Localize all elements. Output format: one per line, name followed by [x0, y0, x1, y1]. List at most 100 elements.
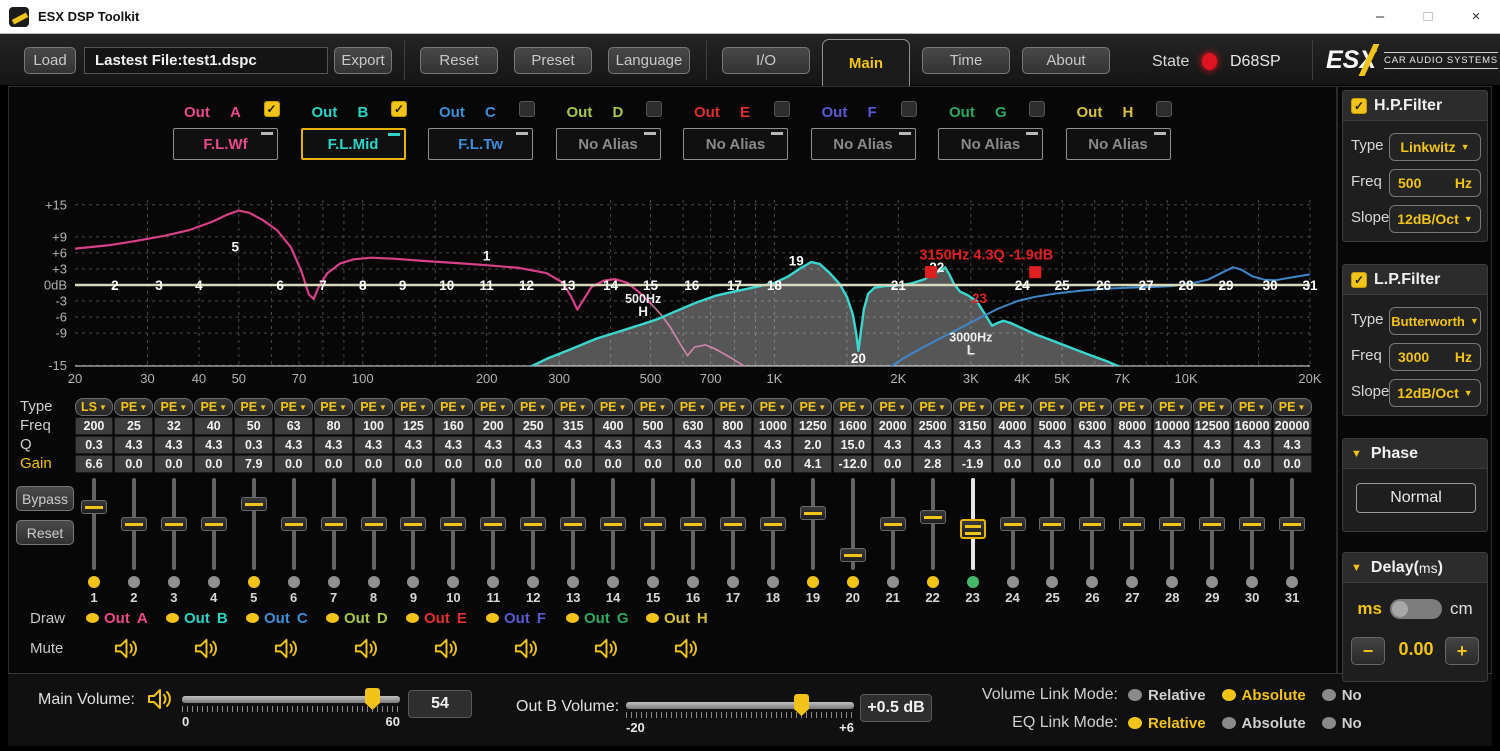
- lp-type-select[interactable]: Butterworth▼: [1389, 307, 1481, 335]
- band-22-type-select[interactable]: PE▼: [913, 398, 952, 416]
- band-19-q-cell[interactable]: 2.0: [793, 436, 832, 454]
- band-14-type-select[interactable]: PE▼: [594, 398, 633, 416]
- channel-f-alias-field[interactable]: No Alias: [811, 128, 916, 160]
- band-11-slider[interactable]: 11: [473, 476, 513, 604]
- delay-plus-button[interactable]: +: [1445, 637, 1479, 665]
- band-20-type-select[interactable]: PE▼: [833, 398, 872, 416]
- band-21-q-cell[interactable]: 4.3: [873, 436, 912, 454]
- band-31-freq-cell[interactable]: 20000: [1273, 417, 1312, 435]
- band-25-q-cell[interactable]: 4.3: [1033, 436, 1072, 454]
- lp-freq-field[interactable]: 3000Hz: [1389, 343, 1481, 371]
- band-26-freq-cell[interactable]: 6300: [1073, 417, 1112, 435]
- band-19-freq-cell[interactable]: 1250: [793, 417, 832, 435]
- band-14-freq-cell[interactable]: 400: [594, 417, 633, 435]
- band-19-gain-cell[interactable]: 4.1: [793, 455, 832, 473]
- band-27-slider-handle[interactable]: [1119, 517, 1145, 531]
- draw-out-d-toggle[interactable]: OutD: [326, 610, 406, 627]
- band-2-q-cell[interactable]: 4.3: [114, 436, 153, 454]
- band-20-slider-handle[interactable]: [840, 548, 866, 562]
- band-7-slider[interactable]: 7: [314, 476, 354, 604]
- draw-out-a-toggle[interactable]: OutA: [86, 610, 166, 627]
- band-19-slider[interactable]: 19: [793, 476, 833, 604]
- volume-link-option-absolute[interactable]: Absolute: [1222, 687, 1306, 704]
- band-24-slider[interactable]: 24: [993, 476, 1033, 604]
- band-14-enable-dot[interactable]: [607, 576, 619, 588]
- band-2-freq-cell[interactable]: 25: [114, 417, 153, 435]
- band-16-freq-cell[interactable]: 630: [674, 417, 713, 435]
- band-4-slider-handle[interactable]: [201, 517, 227, 531]
- band-30-slider-handle[interactable]: [1239, 517, 1265, 531]
- band-7-gain-cell[interactable]: 0.0: [314, 455, 353, 473]
- band-18-q-cell[interactable]: 4.3: [753, 436, 792, 454]
- band-21-freq-cell[interactable]: 2000: [873, 417, 912, 435]
- band-23-type-select[interactable]: PE▼: [953, 398, 992, 416]
- band-20-gain-cell[interactable]: -12.0: [833, 455, 872, 473]
- mute-out-b-button[interactable]: [166, 636, 246, 661]
- band-11-freq-cell[interactable]: 200: [474, 417, 513, 435]
- band-2-gain-cell[interactable]: 0.0: [114, 455, 153, 473]
- band-6-type-select[interactable]: PE▼: [274, 398, 313, 416]
- band-19-enable-dot[interactable]: [807, 576, 819, 588]
- band-20-q-cell[interactable]: 15.0: [833, 436, 872, 454]
- band-28-type-select[interactable]: PE▼: [1153, 398, 1192, 416]
- maximize-button[interactable]: □: [1404, 0, 1452, 33]
- band-4-q-cell[interactable]: 4.3: [194, 436, 233, 454]
- mute-out-c-button[interactable]: [246, 636, 326, 661]
- band-15-freq-cell[interactable]: 500: [634, 417, 673, 435]
- band-9-slider[interactable]: 9: [394, 476, 434, 604]
- band-13-slider-handle[interactable]: [560, 517, 586, 531]
- band-14-slider-handle[interactable]: [600, 517, 626, 531]
- mute-out-g-button[interactable]: [566, 636, 646, 661]
- hp-type-select[interactable]: Linkwitz▼: [1389, 133, 1481, 161]
- band-15-type-select[interactable]: PE▼: [634, 398, 673, 416]
- outb-volume-track[interactable]: [626, 702, 854, 709]
- band-12-q-cell[interactable]: 4.3: [514, 436, 553, 454]
- draw-out-h-toggle[interactable]: OutH: [646, 610, 726, 627]
- mute-out-d-button[interactable]: [326, 636, 406, 661]
- channel-d-checkbox[interactable]: [646, 101, 662, 117]
- band-9-q-cell[interactable]: 4.3: [394, 436, 433, 454]
- channel-c-checkbox[interactable]: [519, 101, 535, 117]
- band-19-type-select[interactable]: PE▼: [793, 398, 832, 416]
- band-10-gain-cell[interactable]: 0.0: [434, 455, 473, 473]
- band-9-type-select[interactable]: PE▼: [394, 398, 433, 416]
- band-2-type-select[interactable]: PE▼: [114, 398, 153, 416]
- band-14-q-cell[interactable]: 4.3: [594, 436, 633, 454]
- mute-out-e-button[interactable]: [406, 636, 486, 661]
- band-5-q-cell[interactable]: 0.3: [234, 436, 273, 454]
- band-26-slider[interactable]: 26: [1072, 476, 1112, 604]
- band-27-slider[interactable]: 27: [1112, 476, 1152, 604]
- band-18-enable-dot[interactable]: [767, 576, 779, 588]
- band-20-enable-dot[interactable]: [847, 576, 859, 588]
- tab-main[interactable]: Main: [822, 39, 910, 86]
- tab-time[interactable]: Time: [922, 47, 1010, 74]
- band-2-slider[interactable]: 2: [114, 476, 154, 604]
- band-12-freq-cell[interactable]: 250: [514, 417, 553, 435]
- band-30-gain-cell[interactable]: 0.0: [1233, 455, 1272, 473]
- band-26-enable-dot[interactable]: [1086, 576, 1098, 588]
- band-16-slider[interactable]: 16: [673, 476, 713, 604]
- band-23-freq-cell[interactable]: 3150: [953, 417, 992, 435]
- draw-out-c-toggle[interactable]: OutC: [246, 610, 326, 627]
- band-25-gain-cell[interactable]: 0.0: [1033, 455, 1072, 473]
- band-17-q-cell[interactable]: 4.3: [714, 436, 753, 454]
- band-1-enable-dot[interactable]: [88, 576, 100, 588]
- file-path-field[interactable]: Lastest File:test1.dspc: [84, 47, 328, 74]
- band-25-slider-handle[interactable]: [1039, 517, 1065, 531]
- band-17-gain-cell[interactable]: 0.0: [714, 455, 753, 473]
- draw-out-b-toggle[interactable]: OutB: [166, 610, 246, 627]
- band-3-q-cell[interactable]: 4.3: [154, 436, 193, 454]
- band-2-enable-dot[interactable]: [128, 576, 140, 588]
- band-5-gain-cell[interactable]: 7.9: [234, 455, 273, 473]
- band-22-gain-cell[interactable]: 2.8: [913, 455, 952, 473]
- channel-f-checkbox[interactable]: [901, 101, 917, 117]
- chevron-down-icon[interactable]: ▼: [1351, 448, 1362, 460]
- band-4-type-select[interactable]: PE▼: [194, 398, 233, 416]
- band-16-enable-dot[interactable]: [687, 576, 699, 588]
- band-27-enable-dot[interactable]: [1126, 576, 1138, 588]
- band-19-slider-handle[interactable]: [800, 506, 826, 520]
- band-21-gain-cell[interactable]: 0.0: [873, 455, 912, 473]
- band-15-slider[interactable]: 15: [633, 476, 673, 604]
- band-27-gain-cell[interactable]: 0.0: [1113, 455, 1152, 473]
- band-30-freq-cell[interactable]: 16000: [1233, 417, 1272, 435]
